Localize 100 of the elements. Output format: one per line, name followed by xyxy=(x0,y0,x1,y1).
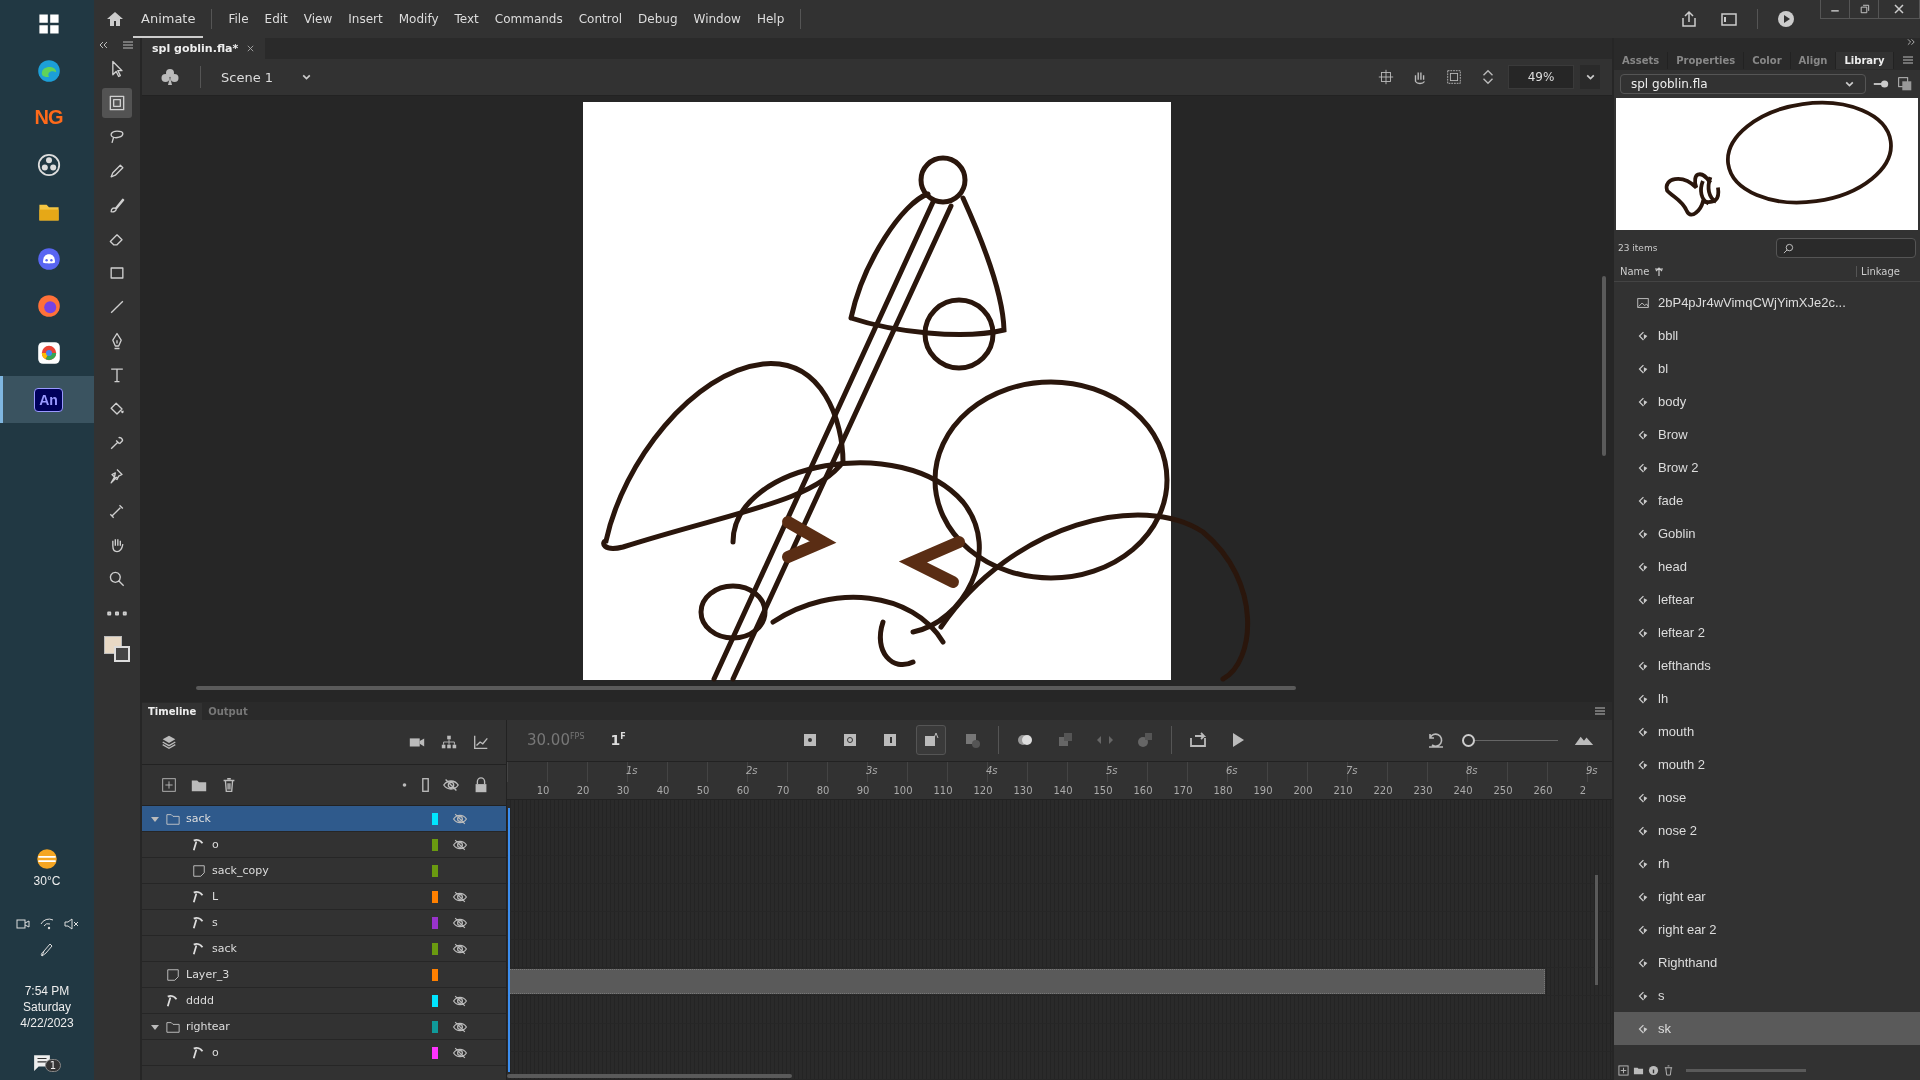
library-item[interactable]: head xyxy=(1614,550,1920,583)
sort-arrow-icon[interactable] xyxy=(1653,266,1664,277)
frame-track[interactable] xyxy=(507,968,1612,996)
taskbar-app[interactable]: An xyxy=(0,376,94,423)
auto-keyframe-icon[interactable] xyxy=(915,725,946,756)
layer-row[interactable]: s xyxy=(142,910,506,936)
layer-color[interactable] xyxy=(432,890,438,903)
column-header[interactable]: Linkage xyxy=(1856,266,1914,277)
column-header[interactable]: Name xyxy=(1620,266,1650,277)
layer-row[interactable]: L xyxy=(142,884,506,910)
home-icon[interactable] xyxy=(105,9,125,29)
frame-track[interactable] xyxy=(507,996,1612,1024)
info-icon[interactable] xyxy=(1648,1064,1659,1076)
library-item[interactable]: Brow 2 xyxy=(1614,451,1920,484)
library-item[interactable]: mouth xyxy=(1614,715,1920,748)
library-item[interactable]: right ear xyxy=(1614,880,1920,913)
menu-item[interactable]: File xyxy=(220,12,257,26)
layer-color[interactable] xyxy=(432,864,438,877)
library-dropdown[interactable]: spl goblin.fla xyxy=(1620,74,1866,94)
slider-thumb[interactable] xyxy=(1462,733,1475,747)
library-item[interactable]: Brow xyxy=(1614,418,1920,451)
frame-track[interactable] xyxy=(507,884,1612,912)
frame-track[interactable] xyxy=(507,828,1612,856)
library-item[interactable]: leftear 2 xyxy=(1614,616,1920,649)
library-item[interactable]: bl xyxy=(1614,352,1920,385)
layer-color[interactable] xyxy=(432,1046,438,1059)
new-library-icon[interactable] xyxy=(1896,75,1914,93)
library-item[interactable]: nose 2 xyxy=(1614,814,1920,847)
center-stage-icon[interactable] xyxy=(1377,68,1395,86)
close-icon[interactable] xyxy=(246,44,256,53)
layer-row[interactable]: o xyxy=(142,832,506,858)
tool-button[interactable] xyxy=(102,88,132,118)
zoom-field[interactable]: 49% xyxy=(1508,65,1574,89)
layer-color[interactable] xyxy=(432,1020,438,1033)
layer-row[interactable]: sack xyxy=(142,806,506,832)
library-item[interactable]: leftear xyxy=(1614,583,1920,616)
horizontal-scrollbar[interactable] xyxy=(507,1074,792,1078)
clock-time[interactable]: 7:54 PM xyxy=(24,984,70,998)
library-item[interactable]: body xyxy=(1614,385,1920,418)
clock-date[interactable]: 4/22/2023 xyxy=(20,1016,74,1030)
search-field[interactable] xyxy=(1776,238,1916,258)
play-icon[interactable] xyxy=(1776,9,1796,29)
library-item[interactable]: Goblin xyxy=(1614,517,1920,550)
library-item[interactable]: Righthand xyxy=(1614,946,1920,979)
layer-color[interactable] xyxy=(432,812,438,825)
library-item[interactable]: right ear 2 xyxy=(1614,913,1920,946)
add-layer-icon[interactable] xyxy=(160,776,178,794)
layer-row[interactable]: sack xyxy=(142,936,506,962)
menu-icon[interactable] xyxy=(1594,706,1606,716)
layer-row[interactable]: rightear xyxy=(142,1014,506,1040)
library-item[interactable]: rh xyxy=(1614,847,1920,880)
frame-track[interactable] xyxy=(507,940,1612,968)
menu-item[interactable]: View xyxy=(295,12,341,26)
layer-color[interactable] xyxy=(432,968,438,981)
layer-row[interactable]: o xyxy=(142,1040,506,1066)
library-item[interactable]: s xyxy=(1614,979,1920,1012)
menu-item[interactable]: Modify xyxy=(390,12,447,26)
scene-dropdown[interactable]: Scene 1 xyxy=(215,67,319,87)
layer-row[interactable]: sack_copy xyxy=(142,858,506,884)
zoom-slider[interactable] xyxy=(1462,733,1558,747)
taskbar-app[interactable]: NG xyxy=(0,94,94,141)
layer-color[interactable] xyxy=(432,942,438,955)
frame-track[interactable] xyxy=(507,912,1612,940)
vertical-scrollbar[interactable] xyxy=(1602,276,1606,456)
layer-color[interactable] xyxy=(432,838,438,851)
menu-icon[interactable] xyxy=(1902,55,1914,65)
library-item[interactable]: mouth 2 xyxy=(1614,748,1920,781)
layer-row[interactable]: dddd xyxy=(142,988,506,1014)
layer-color[interactable] xyxy=(432,916,438,929)
layer-row[interactable]: Layer_3 xyxy=(142,962,506,988)
library-item[interactable]: lefthands xyxy=(1614,649,1920,682)
menu-item[interactable]: Help xyxy=(748,12,793,26)
library-item[interactable]: bbll xyxy=(1614,319,1920,352)
expand-icon[interactable] xyxy=(1907,38,1916,46)
menu-item[interactable]: Control xyxy=(570,12,631,26)
clock-day[interactable]: Saturday xyxy=(23,1000,71,1014)
menu-item[interactable]: Commands xyxy=(486,12,571,26)
horizontal-scrollbar[interactable] xyxy=(196,686,1296,690)
library-item[interactable]: sk xyxy=(1614,1012,1920,1045)
layer-color[interactable] xyxy=(432,994,438,1007)
library-item[interactable]: lh xyxy=(1614,682,1920,715)
frame-track[interactable] xyxy=(507,856,1612,884)
frame-track[interactable] xyxy=(507,1052,1612,1080)
outline-icon[interactable] xyxy=(421,776,430,794)
layers-icon[interactable] xyxy=(160,733,178,751)
club-icon[interactable] xyxy=(160,67,180,87)
frame-track[interactable] xyxy=(507,1024,1612,1052)
wifi-icon[interactable] xyxy=(39,916,55,932)
menu-item[interactable]: Debug xyxy=(630,12,686,26)
camera-icon[interactable] xyxy=(15,916,31,932)
new-symbol-icon[interactable] xyxy=(1618,1064,1629,1076)
speaker-muted-icon[interactable] xyxy=(63,916,79,932)
menu-item[interactable]: Window xyxy=(685,12,749,26)
horizontal-scrollbar[interactable] xyxy=(1686,1068,1806,1072)
pen-icon[interactable] xyxy=(39,942,55,958)
trash-icon[interactable] xyxy=(1663,1064,1674,1076)
share-icon[interactable] xyxy=(1679,9,1699,29)
clip-stage-icon[interactable] xyxy=(1445,68,1463,86)
graph-icon[interactable] xyxy=(472,733,490,751)
library-item[interactable]: nose xyxy=(1614,781,1920,814)
